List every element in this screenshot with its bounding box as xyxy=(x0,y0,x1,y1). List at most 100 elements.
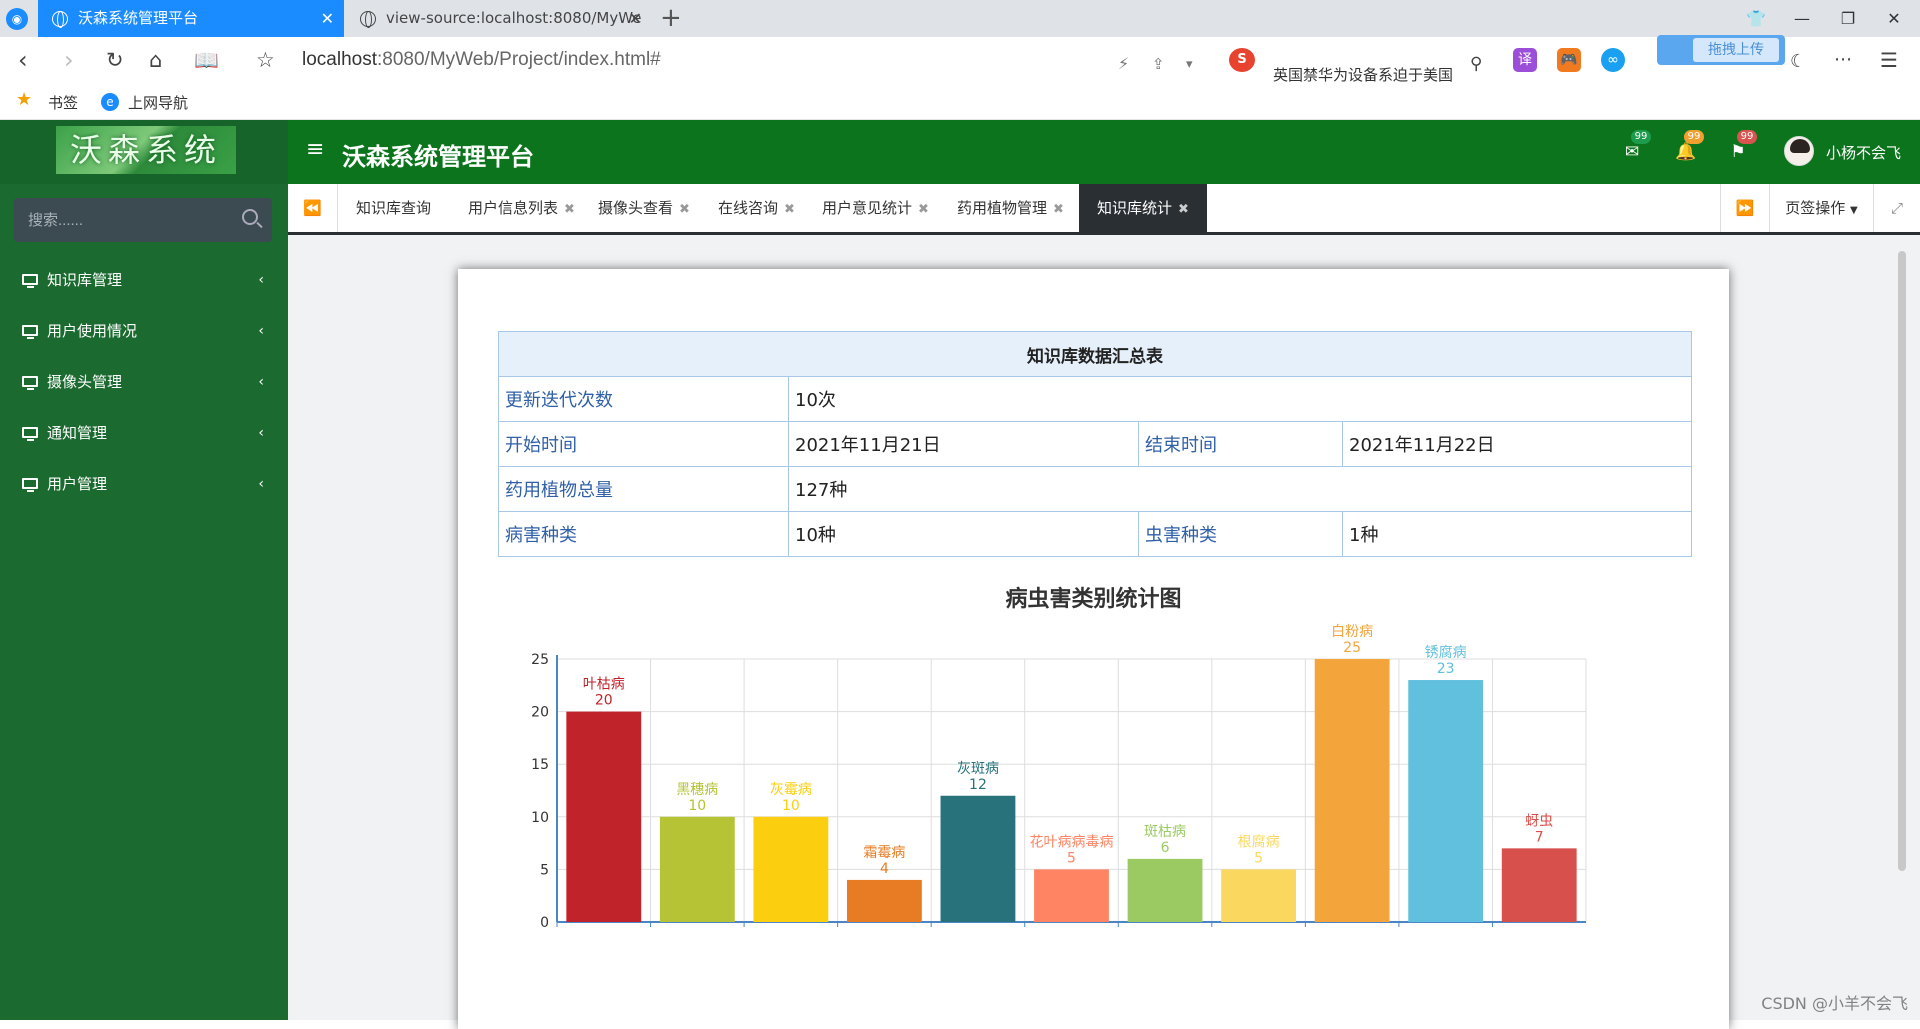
fullscreen-icon[interactable]: ⤢ xyxy=(1874,184,1920,232)
upload-button[interactable]: 拖拽上传 xyxy=(1657,35,1785,65)
close-icon[interactable]: ✖ xyxy=(918,202,929,217)
data-label-value: 5 xyxy=(1254,850,1263,866)
monitor-icon xyxy=(22,376,38,390)
monitor-icon xyxy=(22,274,38,288)
tab-label: 药用植物管理 xyxy=(957,199,1048,217)
close-icon[interactable]: ✖ xyxy=(564,202,575,217)
main-content: 知识库数据汇总表 更新迭代次数 10次 开始时间 2021年11月21日 结束时… xyxy=(288,235,1920,1029)
y-tick-label: 10 xyxy=(531,810,549,826)
disease-label: 病害种类 xyxy=(498,511,789,557)
data-label-value: 20 xyxy=(595,693,613,709)
flag-icon[interactable]: ⚑ 99 xyxy=(1728,130,1757,162)
sidebar-item-users[interactable]: 用户管理 ‹ xyxy=(0,462,288,506)
browser-tab-source[interactable]: view-source:localhost:8080/MyWe ✕ xyxy=(346,0,652,37)
address-bar: ‹ › ↻ ⌂ 📖 ☆ localhost:8080/MyWeb/Project… xyxy=(0,37,1920,84)
avatar[interactable] xyxy=(1784,136,1814,166)
search-icon[interactable] xyxy=(242,209,258,225)
forward-icon[interactable]: › xyxy=(64,47,74,73)
close-icon[interactable]: ✖ xyxy=(784,202,795,217)
sidebar-item-label: 知识库管理 xyxy=(47,271,123,289)
logo-area: 沃森系统 xyxy=(0,120,288,184)
table-row: 药用植物总量 127种 xyxy=(498,466,1692,512)
translate-icon[interactable]: 译 xyxy=(1513,48,1537,72)
bar xyxy=(1127,858,1203,922)
reload-icon[interactable]: ↻ xyxy=(106,47,124,73)
table-row: 开始时间 2021年11月21日 结束时间 2021年11月22日 xyxy=(498,421,1692,467)
sidebar-item-usage[interactable]: 用户使用情况 ‹ xyxy=(0,309,288,353)
home-icon[interactable]: ⌂ xyxy=(149,47,162,73)
moon-icon[interactable]: ☾ xyxy=(1790,49,1806,75)
tab-label: 摄像头查看 xyxy=(598,199,674,217)
share-icon[interactable]: ⇪ xyxy=(1152,51,1165,77)
summary-table: 知识库数据汇总表 更新迭代次数 10次 开始时间 2021年11月21日 结束时… xyxy=(498,331,1692,557)
bookmark-nav-link[interactable]: 上网导航 xyxy=(128,92,188,113)
scrollbar[interactable] xyxy=(1898,251,1906,871)
game-icon[interactable]: 🎮 xyxy=(1557,48,1581,72)
browser-logo-icon[interactable]: ◉ xyxy=(6,8,28,30)
chevron-down-icon[interactable]: ▾ xyxy=(1186,52,1193,78)
monitor-icon xyxy=(22,478,38,492)
sidebar-item-knowledge[interactable]: 知识库管理 ‹ xyxy=(0,258,288,302)
iterations-label: 更新迭代次数 xyxy=(498,376,789,422)
bar xyxy=(1034,869,1109,922)
tab-feedback-stats[interactable]: 用户意见统计 ✖ xyxy=(804,184,947,232)
y-tick-label: 15 xyxy=(531,757,549,773)
bell-icon[interactable]: 🔔 99 xyxy=(1675,130,1704,162)
user-name[interactable]: 小杨不会飞 xyxy=(1826,142,1901,163)
tab-online-consult[interactable]: 在线咨询 ✖ xyxy=(700,184,813,232)
tab-camera[interactable]: 摄像头查看 ✖ xyxy=(580,184,708,232)
browser-tab-active[interactable]: 沃森系统管理平台 ✕ xyxy=(38,0,344,37)
new-tab-button[interactable]: + xyxy=(660,2,682,34)
plants-value: 127种 xyxy=(788,466,1692,512)
tab-label: 知识库查询 xyxy=(356,199,432,217)
hamburger-icon[interactable]: ≡ xyxy=(306,137,324,162)
top-navbar: ≡ 沃森系统管理平台 ✉ 99 🔔 99 ⚑ 99 小杨不会飞 xyxy=(288,120,1920,184)
reading-icon[interactable]: 📖 xyxy=(194,47,219,73)
monitor-icon xyxy=(22,325,38,339)
table-title: 知识库数据汇总表 xyxy=(498,331,1692,377)
search-engine-icon[interactable]: S xyxy=(1229,48,1255,72)
more-icon[interactable]: ⋯ xyxy=(1834,47,1852,73)
search-icon[interactable]: ⚲ xyxy=(1470,51,1482,77)
lightning-icon[interactable]: ⚡ xyxy=(1118,51,1129,77)
scroll-tabs-right-icon[interactable]: ⏩ xyxy=(1720,184,1770,232)
bar xyxy=(1501,848,1577,922)
close-tab-icon[interactable]: ✕ xyxy=(321,0,334,37)
news-headline[interactable]: 英国禁华为设备系迫于美国 xyxy=(1273,64,1453,85)
star-icon[interactable]: ☆ xyxy=(256,47,275,73)
sidebar-item-label: 通知管理 xyxy=(47,424,108,442)
scroll-tabs-left-icon[interactable]: ⏪ xyxy=(288,184,338,232)
close-icon[interactable]: ✖ xyxy=(1178,202,1189,217)
tab-knowledge-stats[interactable]: 知识库统计 ✖ xyxy=(1079,184,1207,232)
bookmark-star-icon: ★ xyxy=(16,89,33,110)
y-tick-label: 0 xyxy=(540,915,549,929)
sidebar-item-notice[interactable]: 通知管理 ‹ xyxy=(0,411,288,455)
mail-icon[interactable]: ✉ 99 xyxy=(1622,130,1651,162)
data-label-value: 7 xyxy=(1535,829,1544,845)
tab-user-list[interactable]: 用户信息列表 ✖ xyxy=(450,184,593,232)
close-icon[interactable]: ✖ xyxy=(679,202,690,217)
tab-plant-management[interactable]: 药用植物管理 ✖ xyxy=(939,184,1082,232)
tab-knowledge-query[interactable]: 知识库查询 xyxy=(338,184,449,232)
caret-down-icon: ▼ xyxy=(1850,205,1858,216)
close-window-button[interactable]: ✕ xyxy=(1866,0,1920,37)
url-field[interactable]: localhost:8080/MyWeb/Project/index.html# xyxy=(302,49,661,71)
data-label-name: 斑枯病 xyxy=(1144,824,1186,840)
bookmarks-folder[interactable]: 书签 xyxy=(48,92,78,113)
chevron-left-icon: ‹ xyxy=(258,476,264,492)
infinity-icon[interactable]: ∞ xyxy=(1601,48,1625,72)
bar xyxy=(1408,680,1484,922)
search-input[interactable] xyxy=(28,208,228,232)
url-host: localhost xyxy=(302,49,377,70)
close-icon[interactable]: ✖ xyxy=(1053,202,1064,217)
menu-icon[interactable]: ☰ xyxy=(1880,47,1898,73)
bell-badge: 99 xyxy=(1684,130,1704,144)
start-value: 2021年11月21日 xyxy=(788,421,1139,467)
page-ops-dropdown[interactable]: 页签操作 ▼ xyxy=(1770,184,1874,232)
plants-label: 药用植物总量 xyxy=(498,466,789,512)
data-label-name: 灰斑病 xyxy=(957,761,999,777)
back-icon[interactable]: ‹ xyxy=(18,47,28,73)
sidebar-item-camera[interactable]: 摄像头管理 ‹ xyxy=(0,360,288,404)
close-tab-icon[interactable]: ✕ xyxy=(629,0,642,37)
data-label-name: 根腐病 xyxy=(1238,833,1280,850)
